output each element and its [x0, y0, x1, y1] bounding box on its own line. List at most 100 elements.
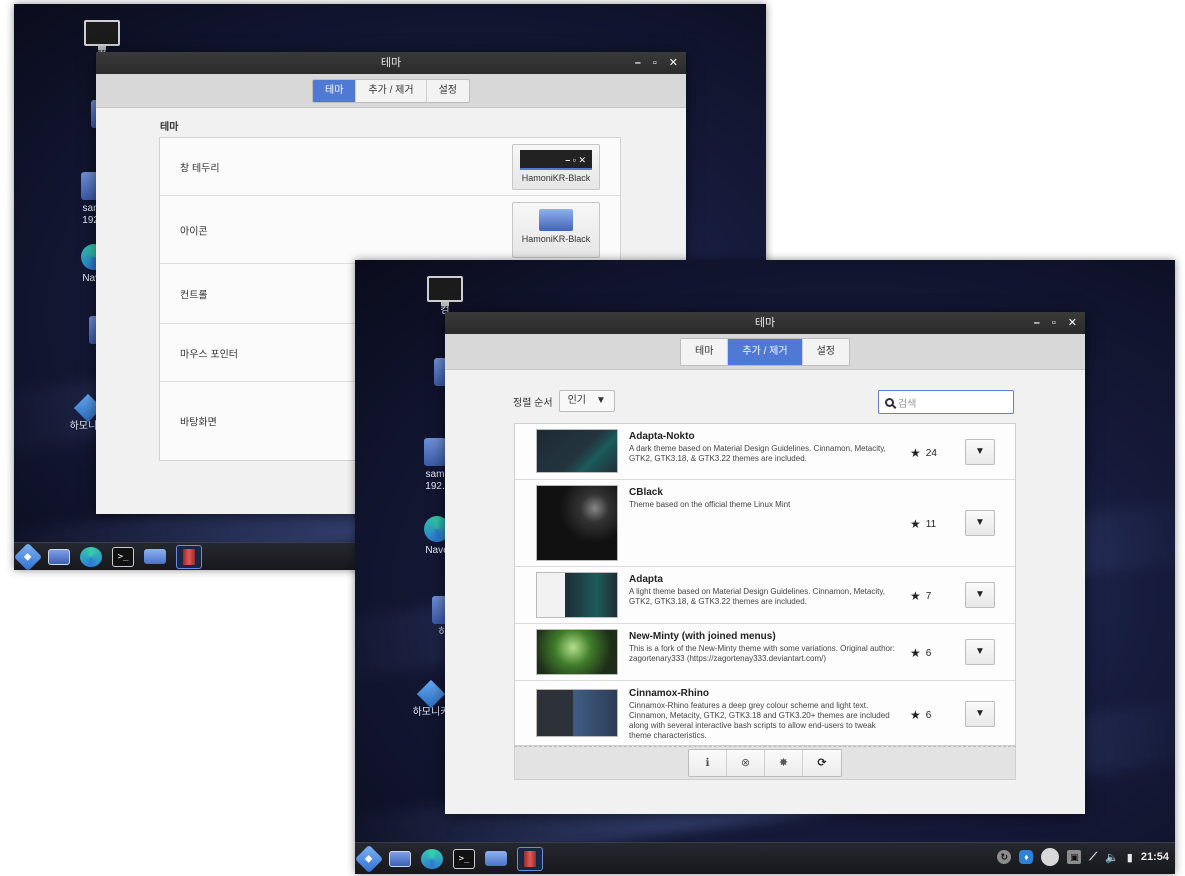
remove-button[interactable]: ⊗	[727, 750, 765, 776]
user-avatar-icon[interactable]	[1041, 848, 1060, 866]
themes-app-icon	[524, 850, 536, 867]
theme-list-item[interactable]: Adapta A light theme based on Material D…	[515, 567, 1015, 624]
browser-icon[interactable]	[421, 848, 443, 869]
tab-themes[interactable]: 테마	[681, 338, 729, 365]
theme-thumbnail	[536, 572, 618, 618]
theme-info: Adapta A light theme based on Material D…	[629, 574, 899, 607]
network-icon[interactable]: ⟋	[1089, 851, 1097, 864]
download-icon: ▼	[975, 517, 985, 528]
icons-chooser-button[interactable]: HamoniKR-Black	[512, 202, 600, 258]
section-title: 테마	[160, 122, 179, 133]
show-desktop-icon[interactable]	[389, 850, 411, 867]
update-icon[interactable]: ↻	[997, 850, 1012, 864]
start-menu-button[interactable]: ◆	[14, 542, 43, 570]
close-icon[interactable]: ✕	[1068, 312, 1077, 334]
themes-app-icon	[183, 548, 195, 565]
clock[interactable]: 21:54	[1141, 851, 1169, 863]
tab-group: 테마 추가 / 제거 설정	[312, 78, 470, 103]
hamonikr-logo-icon	[416, 679, 446, 709]
tab-settings[interactable]: 설정	[427, 80, 469, 102]
download-button[interactable]: ▼	[965, 701, 995, 727]
theme-description: Theme based on the official theme Linux …	[629, 500, 791, 509]
sort-control: 정렬 순서 인기 ▼	[513, 390, 615, 412]
search-icon	[885, 397, 894, 407]
score-value: 11	[925, 518, 937, 530]
system-tray: ↻ ♦ ▣ ⟋ 🔈 ▮ 21:54	[997, 843, 1169, 871]
theme-name: CBlack	[629, 487, 663, 498]
tab-settings[interactable]: 설정	[803, 339, 849, 365]
theme-row-window-border: 창 테두리 – ▫ ✕ HamoniKR-Black	[160, 138, 620, 196]
keyboard-icon[interactable]: ▣	[1067, 850, 1082, 864]
theme-description: A light theme based on Material Design G…	[629, 587, 885, 606]
terminal-icon[interactable]: >_	[453, 848, 475, 869]
theme-score: ★ 11	[910, 517, 936, 531]
list-toolbar: ℹ ⊗ ✸ ⟳	[514, 746, 1016, 780]
search-input[interactable]: 검색	[878, 390, 1014, 414]
chooser-label: HamoniKR-Black	[521, 234, 591, 244]
score-value: 6	[925, 647, 932, 659]
theme-list-item[interactable]: Adapta-Nokto A dark theme based on Mater…	[515, 424, 1015, 480]
minimize-icon[interactable]: –	[635, 52, 641, 74]
theme-description: Cinnamox-Rhino features a deep grey colo…	[629, 701, 890, 740]
sort-value: 인기	[567, 395, 586, 406]
tab-add-remove[interactable]: 추가 / 제거	[356, 79, 427, 102]
window-title: 테마	[380, 57, 402, 69]
battery-icon[interactable]: ▮	[1127, 851, 1133, 864]
download-button[interactable]: ▼	[965, 439, 995, 465]
volume-icon[interactable]: 🔈	[1105, 851, 1119, 864]
sort-dropdown[interactable]: 인기 ▼	[558, 390, 615, 412]
chooser-label: HamoniKR-Black	[521, 173, 591, 183]
tab-add-remove[interactable]: 추가 / 제거	[728, 338, 803, 365]
shield-icon[interactable]: ♦	[1019, 850, 1034, 864]
theme-name: Adapta-Nokto	[629, 431, 695, 442]
theme-thumbnail	[536, 629, 618, 675]
window-titlebar[interactable]: 테마 – ▫ ✕	[96, 52, 686, 74]
chevron-down-icon: ▼	[596, 395, 606, 406]
download-button[interactable]: ▼	[965, 639, 995, 665]
file-manager-icon[interactable]	[144, 549, 166, 564]
score-value: 6	[925, 709, 932, 721]
minimize-icon[interactable]: –	[1034, 312, 1040, 334]
start-menu-button[interactable]: ◆	[355, 844, 384, 873]
browser-icon[interactable]	[80, 546, 102, 567]
desktop-icon-computer[interactable]: 컴	[417, 276, 473, 317]
sort-label: 정렬 순서	[513, 397, 553, 409]
theme-info: Adapta-Nokto A dark theme based on Mater…	[629, 431, 899, 464]
taskbar: ◆ >_ ↻ ♦ ▣ ⟋ 🔈 ▮ 21:54	[355, 842, 1175, 874]
theme-score: ★ 6	[910, 708, 931, 722]
front-screenshot: 컴 sam 192. Nave 하 하모니카 테마 – ▫ ✕ 테마 추가 / …	[355, 260, 1175, 874]
tab-themes[interactable]: 테마	[313, 79, 357, 102]
theme-list-item[interactable]: Cinnamox-Rhino Cinnamox-Rhino features a…	[515, 681, 1015, 745]
info-button[interactable]: ℹ	[689, 750, 727, 776]
download-button[interactable]: ▼	[965, 510, 995, 536]
file-manager-icon[interactable]	[485, 851, 507, 866]
window-border-preview: – ▫ ✕	[520, 150, 592, 170]
maximize-icon[interactable]: ▫	[653, 52, 657, 74]
window-titlebar[interactable]: 테마 – ▫ ✕	[445, 312, 1085, 334]
window-border-chooser-button[interactable]: – ▫ ✕ HamoniKR-Black	[512, 144, 600, 190]
window-controls: – ▫ ✕	[635, 52, 678, 74]
download-icon: ▼	[975, 646, 985, 657]
download-button[interactable]: ▼	[965, 582, 995, 608]
tab-bar: 테마 추가 / 제거 설정	[96, 74, 686, 108]
show-desktop-icon[interactable]	[48, 548, 70, 565]
row-label: 마우스 포인터	[180, 349, 238, 360]
maximize-icon[interactable]: ▫	[1052, 312, 1056, 334]
refresh-button[interactable]: ⟳	[803, 750, 841, 776]
configure-button[interactable]: ✸	[765, 750, 803, 776]
row-label: 바탕화면	[180, 417, 217, 429]
theme-thumbnail	[536, 689, 618, 737]
theme-name: Adapta	[629, 574, 663, 585]
themes-task-button[interactable]	[517, 846, 543, 871]
theme-list-item[interactable]: CBlack Theme based on the official theme…	[515, 480, 1015, 567]
row-label: 창 테두리	[180, 163, 220, 174]
theme-row-icons: 아이콘 HamoniKR-Black	[160, 196, 620, 264]
close-icon[interactable]: ✕	[669, 52, 678, 74]
monitor-icon	[84, 20, 120, 50]
themes-task-button[interactable]	[176, 544, 202, 569]
theme-name: New-Minty (with joined menus)	[629, 631, 776, 642]
terminal-icon[interactable]: >_	[112, 546, 134, 567]
theme-list-item[interactable]: New-Minty (with joined menus) This is a …	[515, 624, 1015, 681]
score-value: 7	[925, 590, 932, 602]
theme-description: A dark theme based on Material Design Gu…	[629, 444, 886, 463]
